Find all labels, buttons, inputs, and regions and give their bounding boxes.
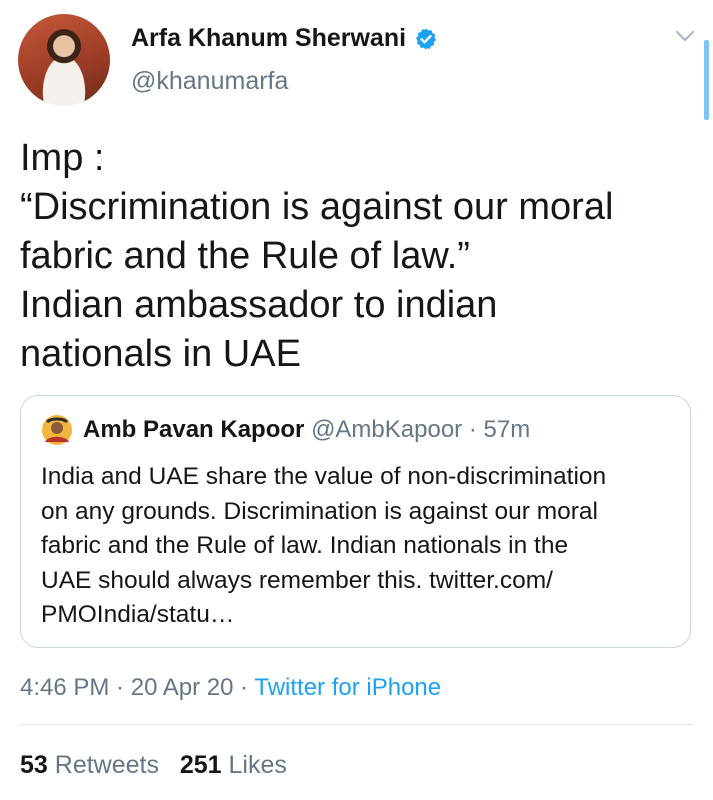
tweet-stats: 53 Retweets 251 Likes <box>20 751 287 780</box>
author-handle[interactable]: @khanumarfa <box>131 67 288 96</box>
separator-dot: · <box>233 674 255 701</box>
scrollbar[interactable] <box>704 40 709 120</box>
quoted-author-handle: @AmbKapoor <box>311 416 463 443</box>
tweet-source-link[interactable]: Twitter for iPhone <box>254 674 441 701</box>
quoted-line: UAE should always remember this. twitter… <box>41 566 553 594</box>
quoted-line: PMOIndia/statu… <box>41 601 235 628</box>
quoted-tweet-card[interactable]: Amb Pavan Kapoor @AmbKapoor · 57m India … <box>20 395 691 648</box>
separator-dot: · <box>462 416 484 443</box>
tweet-time: 4:46 PM <box>20 674 110 701</box>
tweet-line: nationals in UAE <box>20 333 301 375</box>
divider <box>20 724 693 725</box>
quoted-line: on any grounds. Discrimination is agains… <box>41 497 598 525</box>
retweets-count: 53 <box>20 751 48 779</box>
quoted-author-avatar <box>42 415 72 445</box>
quoted-tweet-time: 57m <box>483 416 531 443</box>
tweet-date: 20 Apr 20 <box>130 674 234 701</box>
quoted-line: fabric and the Rule of law. Indian natio… <box>41 532 569 559</box>
tweet-line: “Discrimination is against our moral <box>20 186 614 228</box>
author-name[interactable]: Arfa Khanum Sherwani <box>131 24 406 53</box>
quoted-line: India and UAE share the value of non-dis… <box>41 463 607 490</box>
author-name-row[interactable]: Arfa Khanum Sherwani <box>131 24 438 53</box>
retweets-stat[interactable]: 53 Retweets <box>20 751 159 779</box>
likes-label: Likes <box>228 751 287 779</box>
likes-count: 251 <box>179 751 222 779</box>
author-avatar[interactable] <box>18 14 110 106</box>
verified-badge-icon <box>416 28 437 49</box>
tweet-timestamp: 4:46 PM · 20 Apr 20 · Twitter for iPhone <box>20 674 441 702</box>
tweet-line: Indian ambassador to indian <box>20 284 498 326</box>
quoted-author-name: Amb Pavan Kapoor <box>83 416 305 443</box>
tweet-line: fabric and the Rule of law.” <box>20 235 470 277</box>
tweet-text: Imp : “Discrimination is against our mor… <box>20 134 700 379</box>
quoted-tweet-text: India and UAE share the value of non-dis… <box>41 460 681 633</box>
tweet-line: Imp : <box>20 137 105 179</box>
quoted-tweet-header: Amb Pavan Kapoor @AmbKapoor · 57m <box>83 416 530 444</box>
chevron-down-icon[interactable] <box>674 28 696 44</box>
likes-stat[interactable]: 251 Likes <box>180 751 287 779</box>
separator-dot: · <box>109 674 131 701</box>
retweets-label: Retweets <box>54 751 159 779</box>
